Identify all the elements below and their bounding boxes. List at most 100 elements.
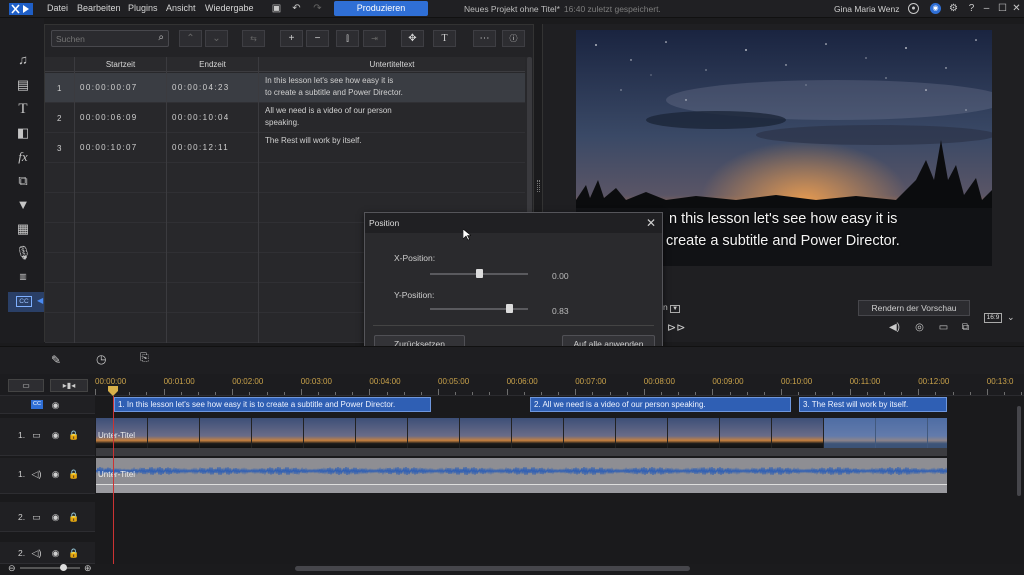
volume-icon[interactable]: ◀)	[888, 322, 901, 334]
pip-room-icon[interactable]: ◧	[15, 125, 31, 141]
visibility-eye-icon[interactable]: ◉	[50, 512, 61, 522]
info-button[interactable]: ⓘ	[502, 30, 525, 47]
visibility-eye-icon[interactable]: ◉	[50, 400, 61, 410]
row-end-time[interactable]: 00:00:10:04	[172, 113, 230, 122]
move-up-button[interactable]: ⌃	[179, 30, 202, 47]
fx-room-icon[interactable]: fx	[15, 149, 31, 165]
media-room-icon[interactable]: ♫	[15, 52, 31, 68]
redo-icon[interactable]: ↷	[311, 2, 324, 15]
zoom-in-icon[interactable]: ⊕	[84, 563, 92, 574]
settings-gear-icon[interactable]: ⚙	[947, 2, 960, 15]
x-position-slider[interactable]	[430, 269, 528, 278]
transition-room-icon[interactable]: ⧉	[15, 173, 31, 189]
close-window-icon[interactable]: ✕	[1010, 2, 1023, 15]
visibility-eye-icon[interactable]: ◉	[50, 548, 61, 558]
maximize-icon[interactable]: ☐	[996, 2, 1009, 15]
subtitle-room-tab[interactable]: CC ◀	[8, 292, 44, 312]
row-end-time[interactable]: 00:00:12:11	[172, 143, 229, 152]
audio-mixing-icon[interactable]: ▥	[15, 269, 31, 285]
lock-icon[interactable]: 🔒	[68, 430, 79, 440]
menu-ansicht[interactable]: Ansicht	[166, 3, 196, 13]
y-slider-thumb[interactable]	[505, 304, 513, 313]
lock-icon[interactable]: 🔒	[68, 469, 79, 479]
row-text-line1[interactable]: The Rest will work by itself.	[265, 136, 361, 145]
menu-wiedergabe[interactable]: Wiedergabe	[205, 3, 254, 13]
row-start-time[interactable]: 00:00:00:07	[80, 83, 138, 92]
row-end-time[interactable]: 00:00:04:23	[172, 83, 230, 92]
move-down-button[interactable]: ⌄	[205, 30, 228, 47]
visibility-eye-icon[interactable]: ◉	[50, 430, 61, 440]
menu-plugins[interactable]: Plugins	[128, 3, 158, 13]
merge-subtitle-button[interactable]: ⇥	[363, 30, 386, 47]
position-button[interactable]: ✥	[401, 30, 424, 47]
title-room-icon[interactable]: T	[15, 101, 31, 117]
zoom-out-icon[interactable]: ⊖	[8, 563, 16, 574]
row-text-line2[interactable]: speaking.	[265, 118, 299, 127]
row-text-line2[interactable]: to create a subtitle and Power Director.	[265, 88, 403, 97]
row-start-time[interactable]: 00:00:10:07	[80, 143, 138, 152]
snapshot-camera-icon[interactable]: ◎	[913, 322, 926, 334]
help-icon[interactable]: ?	[965, 2, 978, 15]
dialog-title[interactable]: Position	[365, 213, 662, 233]
fit-timeline-button[interactable]: ▸▮◂	[50, 379, 88, 392]
x-slider-thumb[interactable]	[475, 269, 483, 278]
search-input[interactable]	[52, 31, 147, 46]
produce-button[interactable]: Produzieren	[334, 1, 428, 16]
ratio-dropdown-arrow-icon[interactable]: ⌄	[1007, 312, 1015, 323]
audio-clip[interactable]: Unter-Titel	[95, 458, 948, 484]
render-preview-button[interactable]: Rendern der Vorschau	[858, 300, 970, 316]
notification-icon[interactable]: ◉	[930, 3, 941, 14]
split-subtitle-button[interactable]: ⫿	[336, 30, 359, 47]
timeline-vertical-scrollbar[interactable]	[1017, 406, 1021, 496]
timeline-horizontal-scrollbar[interactable]	[295, 566, 690, 571]
row-start-time[interactable]: 00:00:06:09	[80, 113, 138, 122]
timeline-ruler[interactable]: ▭ ▸▮◂ 00:00:00 00:01:00 00:02:00 00:03:00 00…	[0, 374, 1024, 396]
table-row[interactable]: 1 00:00:00:07 00:00:04:23 In this lesson…	[45, 73, 525, 103]
save-icon[interactable]: ▣	[270, 2, 283, 15]
track-manager-button[interactable]: ▭	[8, 379, 44, 392]
chapter-room-icon[interactable]: ▦	[15, 221, 31, 237]
aspect-ratio-button[interactable]: 16:9	[984, 313, 1002, 323]
y-position-slider[interactable]	[430, 304, 528, 313]
zoom-slider[interactable]	[20, 564, 80, 571]
row-text-line1[interactable]: All we need is a video of our person	[265, 106, 392, 115]
export-list-icon[interactable]: ⎘	[140, 352, 149, 365]
dialog-close-icon[interactable]: ✕	[646, 216, 656, 230]
playhead-line[interactable]	[113, 396, 114, 564]
lock-icon[interactable]: 🔒	[68, 548, 79, 558]
minimize-icon[interactable]: –	[980, 2, 993, 15]
menu-bearbeiten[interactable]: Bearbeiten	[77, 3, 121, 13]
zoom-slider-thumb[interactable]	[60, 564, 67, 571]
playhead-marker[interactable]	[108, 386, 118, 396]
table-row[interactable]: 2 00:00:06:09 00:00:10:04 All we need is…	[45, 103, 525, 133]
more-options-button[interactable]: ⋯	[473, 30, 496, 47]
sync-time-button[interactable]: ⇆	[242, 30, 265, 47]
quality-dropdown[interactable]: n ▼	[663, 302, 681, 313]
timer-icon[interactable]: ◷	[96, 352, 106, 366]
subtitle-clip[interactable]: 3. The Rest will work by itself.	[799, 397, 947, 412]
undo-icon[interactable]: ↶	[290, 2, 303, 15]
table-row[interactable]: 3 00:00:10:07 00:00:12:11 The Rest will …	[45, 133, 525, 163]
particle-room-icon[interactable]: ▼	[15, 197, 31, 213]
undock-preview-icon[interactable]: ⧉	[959, 322, 972, 334]
panel-splitter-handle[interactable]	[537, 180, 540, 192]
video-clip[interactable]: Unter-Titel	[96, 418, 947, 448]
edit-pen-icon[interactable]: ✎	[51, 353, 61, 367]
next-frame-icon[interactable]: ⊳⊳	[667, 321, 685, 334]
visibility-eye-icon[interactable]: ◉	[50, 469, 61, 479]
lock-icon[interactable]: 🔒	[68, 512, 79, 522]
row-text-line1[interactable]: In this lesson let's see how easy it is	[265, 76, 393, 85]
audio-volume-strip[interactable]	[96, 484, 947, 493]
subtitle-clip[interactable]: 1. In this lesson let's see how easy it …	[114, 397, 431, 412]
menu-datei[interactable]: Datei	[47, 3, 68, 13]
text-format-button[interactable]: T	[433, 30, 456, 47]
subtitle-clip[interactable]: 2. All we need is a video of our person …	[530, 397, 791, 412]
user-account-icon[interactable]: ●	[908, 3, 919, 14]
subtitle-display-icon[interactable]: ▭	[937, 322, 950, 334]
voice-over-icon[interactable]: 🎙	[15, 245, 32, 261]
remove-subtitle-button[interactable]: −	[306, 30, 329, 47]
user-name[interactable]: Gina Maria Wenz	[834, 4, 900, 14]
table-scrollbar[interactable]	[527, 57, 532, 237]
effects-room-icon[interactable]: ▤	[15, 77, 31, 93]
add-subtitle-button[interactable]: +	[280, 30, 303, 47]
